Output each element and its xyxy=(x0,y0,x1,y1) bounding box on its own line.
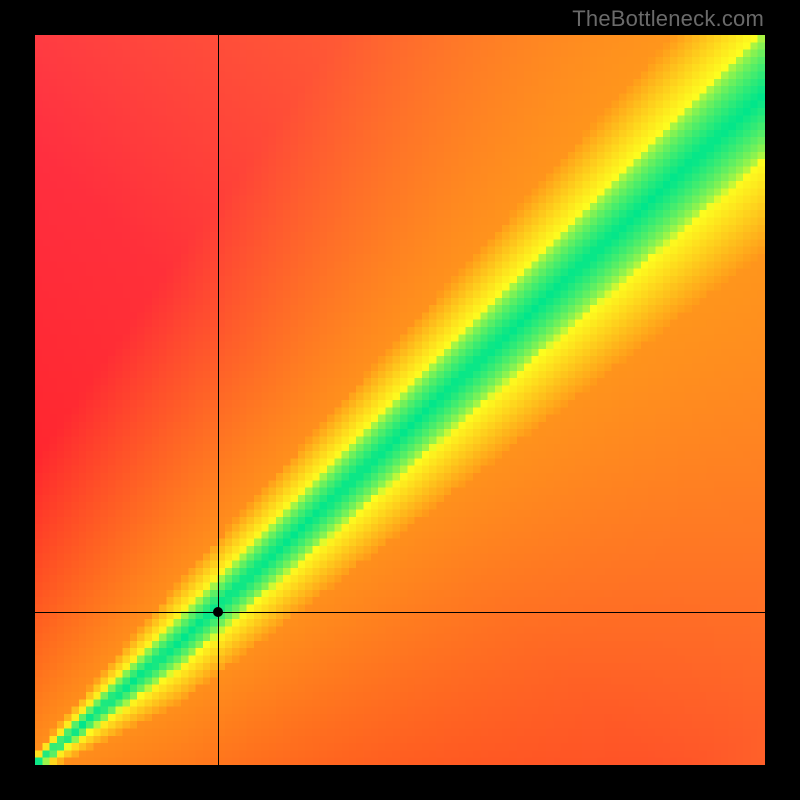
heatmap-canvas xyxy=(35,35,765,765)
crosshair-vertical xyxy=(218,35,219,765)
data-point-marker xyxy=(213,607,223,617)
plot-area xyxy=(35,35,765,765)
chart-frame: TheBottleneck.com xyxy=(0,0,800,800)
watermark-text: TheBottleneck.com xyxy=(572,6,764,32)
crosshair-horizontal xyxy=(35,612,765,613)
